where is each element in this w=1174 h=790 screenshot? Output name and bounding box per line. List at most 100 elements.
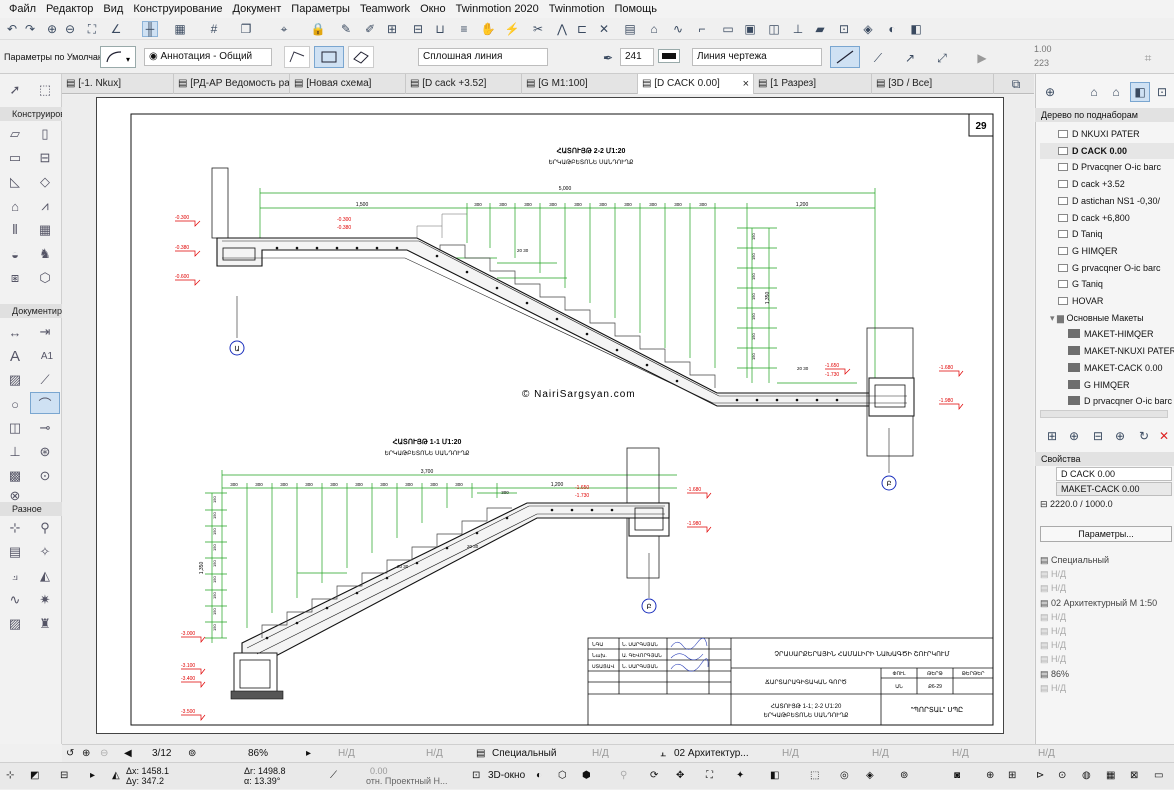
arrow-tool-icon[interactable]: ➚ xyxy=(4,80,26,100)
zoom-out-status-icon[interactable]: ⊖ xyxy=(100,745,108,763)
rotated-rect-button[interactable] xyxy=(348,46,374,68)
quick-option-row[interactable]: ▤ Н/Д xyxy=(1040,652,1174,666)
hotspot-tool-icon[interactable]: ⊸ xyxy=(34,418,56,438)
navigator-item[interactable]: MAKET-CACK 0.00 xyxy=(1040,360,1174,376)
section-cut-icon[interactable]: ⊠ xyxy=(1130,767,1138,785)
crop-icon[interactable]: ⌗ xyxy=(1140,50,1156,66)
menu-item[interactable]: Окно xyxy=(415,0,451,18)
circle-tool-icon[interactable]: ○ xyxy=(4,394,26,414)
grid-tool-icon[interactable]: ⊹ xyxy=(4,518,26,538)
redo-icon[interactable]: ↷ xyxy=(22,21,38,37)
undo-view-icon[interactable]: ↺ xyxy=(66,745,74,763)
text-tool-icon[interactable]: A xyxy=(4,346,26,366)
grid-icon[interactable]: # xyxy=(206,21,222,37)
navigator-item[interactable]: MAKET-HIMQER xyxy=(1040,326,1174,342)
zoom-in-status-icon[interactable]: ⊕ xyxy=(82,745,90,763)
navigator-item[interactable]: D astichan NS1 -0,30/ xyxy=(1040,193,1174,209)
properties-layout[interactable]: MAKET-CACK 0.00 xyxy=(1056,482,1172,496)
quick-option-row[interactable]: ▤ Н/Д xyxy=(1040,638,1174,652)
zone-icon[interactable]: ◍ xyxy=(1082,767,1091,785)
arc-type-button[interactable]: ▾ xyxy=(100,46,136,68)
delete-icon[interactable]: ✕ xyxy=(1156,428,1172,444)
hotspot-icon[interactable]: ⊞ xyxy=(384,21,400,37)
explore-icon[interactable]: ⟳ xyxy=(650,767,658,785)
navigator-layout-icon[interactable]: ⌂ xyxy=(1108,84,1124,100)
intersect-icon[interactable]: ✕ xyxy=(596,21,612,37)
roof-icon[interactable]: ⌂ xyxy=(646,21,662,37)
navigator-scrollbar[interactable] xyxy=(1040,410,1168,418)
align-icon[interactable]: ⊔ xyxy=(432,21,448,37)
line-category-select[interactable]: Линия чертежа xyxy=(692,48,822,66)
view-tab[interactable]: ▤ [РД-АР Ведомость ра... xyxy=(174,74,290,94)
tab-close-icon[interactable]: × xyxy=(743,74,749,94)
selection-3d-icon[interactable]: ⬚ xyxy=(810,767,819,785)
properties-name[interactable]: D CACK 0.00 xyxy=(1056,467,1172,481)
chair-tool-icon[interactable]: ♜ xyxy=(34,614,56,634)
view-menu-icon[interactable]: ⧉ xyxy=(1008,76,1024,92)
coord-angle[interactable]: α: 13.39° xyxy=(244,772,280,790)
polyline-method-button[interactable] xyxy=(284,46,310,68)
curve-tool-icon[interactable]: ∿ xyxy=(4,590,26,610)
beam-icon[interactable]: ▭ xyxy=(720,21,736,37)
guide-line-icon[interactable]: ∠ xyxy=(108,21,124,37)
navigator-item[interactable]: D сack +3.52 xyxy=(1040,176,1174,192)
window-icon[interactable]: ⊡ xyxy=(836,21,852,37)
menu-item[interactable]: Редактор xyxy=(41,0,98,18)
roof-tool-icon[interactable]: ⌂ xyxy=(4,196,26,216)
filter-icon[interactable]: ⊚ xyxy=(900,767,908,785)
marker-icon[interactable]: ⊙ xyxy=(1058,767,1066,785)
view3d-icon[interactable]: ⊡ xyxy=(472,767,480,785)
double-arrow-icon[interactable]: ⤢ xyxy=(934,50,950,66)
polyline-tool-icon[interactable]: ⌒ xyxy=(30,392,60,414)
column-tool-icon[interactable]: ▯ xyxy=(34,124,56,144)
quick-option-row[interactable]: ▤ 02 Архитектурный М 1:50 xyxy=(1040,596,1174,610)
coord-mode-icon[interactable]: ◭ xyxy=(112,767,120,785)
section-document[interactable]: Документир xyxy=(0,304,62,318)
navigator-publisher-icon[interactable]: ⊡ xyxy=(1154,84,1170,100)
quick-option-row[interactable]: ▤ 86% xyxy=(1040,667,1174,681)
elevation-icon[interactable]: ⊥ xyxy=(790,21,806,37)
zoom-icon[interactable]: ⊚ xyxy=(188,745,196,763)
render-icon[interactable]: ◐ xyxy=(884,21,900,37)
morph-icon[interactable]: ◈ xyxy=(860,21,876,37)
light-icon[interactable]: ✦ xyxy=(736,767,744,785)
navigator-item[interactable]: D prvacqner O-ic barc xyxy=(1040,393,1174,409)
cursor-icon[interactable]: ⌖ xyxy=(276,21,292,37)
sun-tool-icon[interactable]: ✷ xyxy=(34,590,56,610)
fit-window-icon[interactable]: ⛶ xyxy=(84,21,100,37)
status-nd3[interactable]: Н/Д xyxy=(592,745,609,763)
status-nd4[interactable]: Н/Д xyxy=(782,745,799,763)
grid-display-icon[interactable]: ⊞ xyxy=(1008,767,1016,785)
pen-number-field[interactable]: 241 xyxy=(620,48,654,66)
eyedropper-icon[interactable]: ✐ xyxy=(362,21,378,37)
navigator-item[interactable]: D NKUXI PATER xyxy=(1040,126,1174,142)
line-tool-icon[interactable]: ⟋ xyxy=(34,370,56,390)
zoom-out-icon[interactable]: ⊖ xyxy=(62,21,78,37)
coord-ref[interactable]: отн. Проектный Н... xyxy=(366,772,448,790)
menu-item[interactable]: Помощь xyxy=(609,0,662,18)
menu-item[interactable]: Файл xyxy=(4,0,41,18)
play-icon[interactable]: ▶ xyxy=(974,50,990,66)
quick-option-row[interactable]: ▤ Н/Д xyxy=(1040,581,1174,595)
status-nd5[interactable]: Н/Д xyxy=(872,745,889,763)
status-nd7[interactable]: Н/Д xyxy=(1038,745,1055,763)
view-tab[interactable]: ▤ [Новая схема] xyxy=(290,74,406,94)
menu-item[interactable]: Twinmotion 2020 xyxy=(451,0,544,18)
lamp-tool-icon[interactable]: ✧ xyxy=(34,542,56,562)
gravity-icon[interactable]: ⊟ xyxy=(60,767,68,785)
ruler-3d-icon[interactable]: ▭ xyxy=(1154,767,1163,785)
lock-icon[interactable]: 🔒 xyxy=(310,21,326,37)
quick-option-row[interactable]: ▤ Н/Д xyxy=(1040,681,1174,695)
adjust-icon[interactable]: ⊏ xyxy=(574,21,590,37)
navigator-item[interactable]: D сack +6,800 xyxy=(1040,210,1174,226)
section-tool-icon[interactable]: ⊛ xyxy=(34,442,56,462)
pan-icon[interactable]: ✥ xyxy=(676,767,684,785)
navigator-project-icon[interactable]: ⊕ xyxy=(1042,84,1058,100)
navigator-item[interactable]: D Taniq xyxy=(1040,226,1174,242)
mesh-tool-icon[interactable]: ⬡ xyxy=(34,268,56,288)
zone-tool-icon[interactable]: ⧆ xyxy=(4,268,26,288)
fill-tool-icon[interactable]: ▨ xyxy=(4,370,26,390)
trim-icon[interactable]: ✂ xyxy=(530,21,546,37)
picture-tool-icon[interactable]: ▨ xyxy=(4,614,26,634)
menu-item[interactable]: Параметры xyxy=(286,0,355,18)
